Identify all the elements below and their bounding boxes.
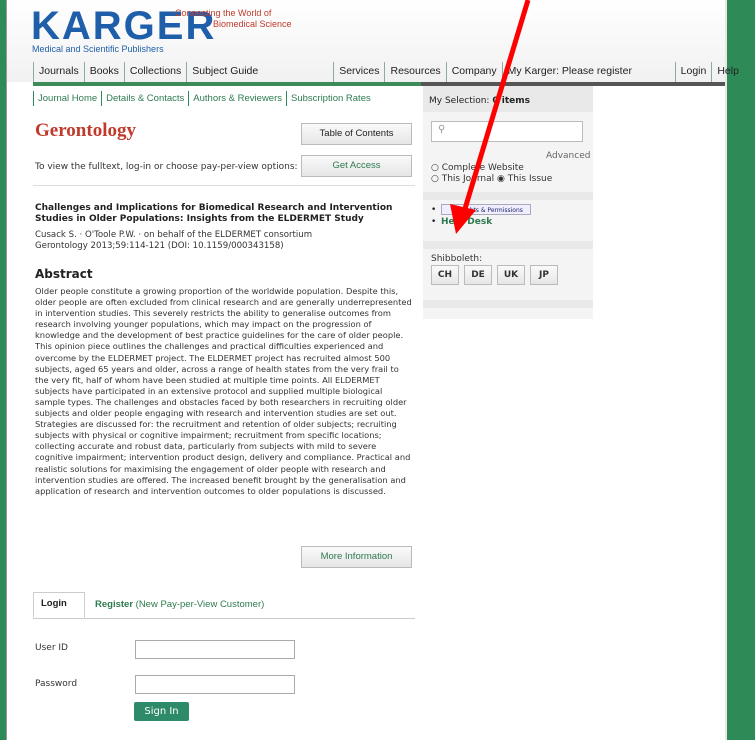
shibboleth-ch-button[interactable]: CH [431, 265, 459, 285]
my-selection-count: 0 items [492, 96, 530, 106]
article-title: Challenges and Implications for Biomedic… [35, 203, 393, 224]
user-id-input[interactable] [135, 640, 295, 659]
access-instructions: To view the fulltext, log-in or choose p… [35, 162, 298, 172]
bullet-icon: • [431, 217, 437, 227]
top-navigation: Journals Books Collections Subject Guide… [33, 62, 744, 82]
sidebar-divider [423, 192, 593, 200]
nav-services[interactable]: Services [333, 62, 384, 82]
nav-collections[interactable]: Collections [123, 62, 186, 82]
radio-complete-label: Complete Website [441, 163, 524, 173]
nav-underline [33, 82, 725, 86]
table-of-contents-button[interactable]: Table of Contents [301, 123, 412, 145]
password-label: Password [35, 679, 78, 689]
nav-resources[interactable]: Resources [384, 62, 445, 82]
sidebar-divider [423, 300, 593, 308]
shibboleth-de-button[interactable]: DE [464, 265, 492, 285]
article-citation: Gerontology 2013;59:114-121 (DOI: 10.115… [35, 241, 284, 251]
radio-complete-website[interactable]: ○ Complete Website [431, 163, 524, 173]
subnav-subscription-rates[interactable]: Subscription Rates [286, 91, 375, 106]
window-frame-right [727, 0, 755, 740]
password-input[interactable] [135, 675, 295, 694]
radio-icon[interactable]: ○ [431, 163, 439, 173]
login-tabs: Login Register (New Pay-per-View Custome… [33, 592, 415, 619]
logo-subtitle: Medical and Scientific Publishers [32, 44, 164, 54]
tab-register-label[interactable]: Register [95, 599, 133, 610]
get-access-button[interactable]: Get Access [301, 155, 412, 177]
subnav-journal-home[interactable]: Journal Home [33, 91, 101, 106]
nav-help[interactable]: Help [711, 62, 744, 82]
radio-selected-icon[interactable]: ◉ [497, 174, 505, 184]
my-selection[interactable]: My Selection: 0 items [423, 86, 593, 112]
sign-in-button[interactable]: Sign In [134, 702, 189, 721]
nav-company[interactable]: Company [445, 62, 502, 82]
nav-login[interactable]: Login [674, 62, 712, 82]
tagline-line-2: Biomedical Science [213, 19, 292, 29]
help-desk-link[interactable]: Help Desk [441, 217, 492, 227]
radio-journal-label: This Journal [441, 174, 495, 184]
radio-scope-row: ○ This Journal ◉ This Issue [431, 174, 552, 184]
radio-icon[interactable]: ○ [431, 174, 439, 184]
subnav-authors-reviewers[interactable]: Authors & Reviewers [188, 91, 286, 106]
rights-permissions-link[interactable]: Rights & Permissions [441, 204, 531, 215]
radio-issue-label: This Issue [507, 174, 553, 184]
journal-subnav: Journal Home Details & Contacts Authors … [33, 91, 375, 106]
more-information-button[interactable]: More Information [301, 546, 412, 568]
search-input[interactable]: ⚲ [431, 121, 583, 142]
nav-books[interactable]: Books [83, 62, 124, 82]
advanced-search-link[interactable]: Advanced [546, 151, 590, 161]
nav-my-karger[interactable]: My Karger: Please register [501, 62, 675, 82]
abstract-text: Older people constitute a growing propor… [35, 286, 412, 496]
shibboleth-label: Shibboleth: [431, 254, 483, 264]
sidebar: My Selection: 0 items ⚲ Advanced ○ Compl… [423, 86, 593, 319]
site-header: KARGER Medical and Scientific Publishers… [7, 0, 739, 82]
divider [33, 185, 415, 186]
nav-subject-guide[interactable]: Subject Guide [186, 62, 263, 82]
abstract-heading: Abstract [35, 267, 93, 281]
nav-journals[interactable]: Journals [33, 62, 84, 82]
page: KARGER Medical and Scientific Publishers… [6, 0, 739, 740]
journal-title[interactable]: Gerontology [35, 120, 136, 142]
shibboleth-uk-button[interactable]: UK [497, 265, 525, 285]
tab-register[interactable]: Register (New Pay-per-View Customer) [95, 599, 264, 610]
tagline: Connecting the World of Biomedical Scien… [175, 8, 292, 30]
subnav-details-contacts[interactable]: Details & Contacts [101, 91, 188, 106]
sidebar-divider [423, 241, 593, 249]
shibboleth-jp-button[interactable]: JP [530, 265, 558, 285]
tab-login-label[interactable]: Login [41, 598, 67, 609]
search-icon: ⚲ [438, 124, 446, 135]
article-authors: Cusack S. · O'Toole P.W. · on behalf of … [35, 230, 313, 240]
my-selection-label: My Selection: [429, 96, 490, 106]
tab-register-note: (New Pay-per-View Customer) [135, 599, 265, 610]
bullet-icon: • [431, 205, 437, 215]
tagline-line-1: Connecting the World of [175, 8, 272, 18]
user-id-label: User ID [35, 643, 68, 653]
